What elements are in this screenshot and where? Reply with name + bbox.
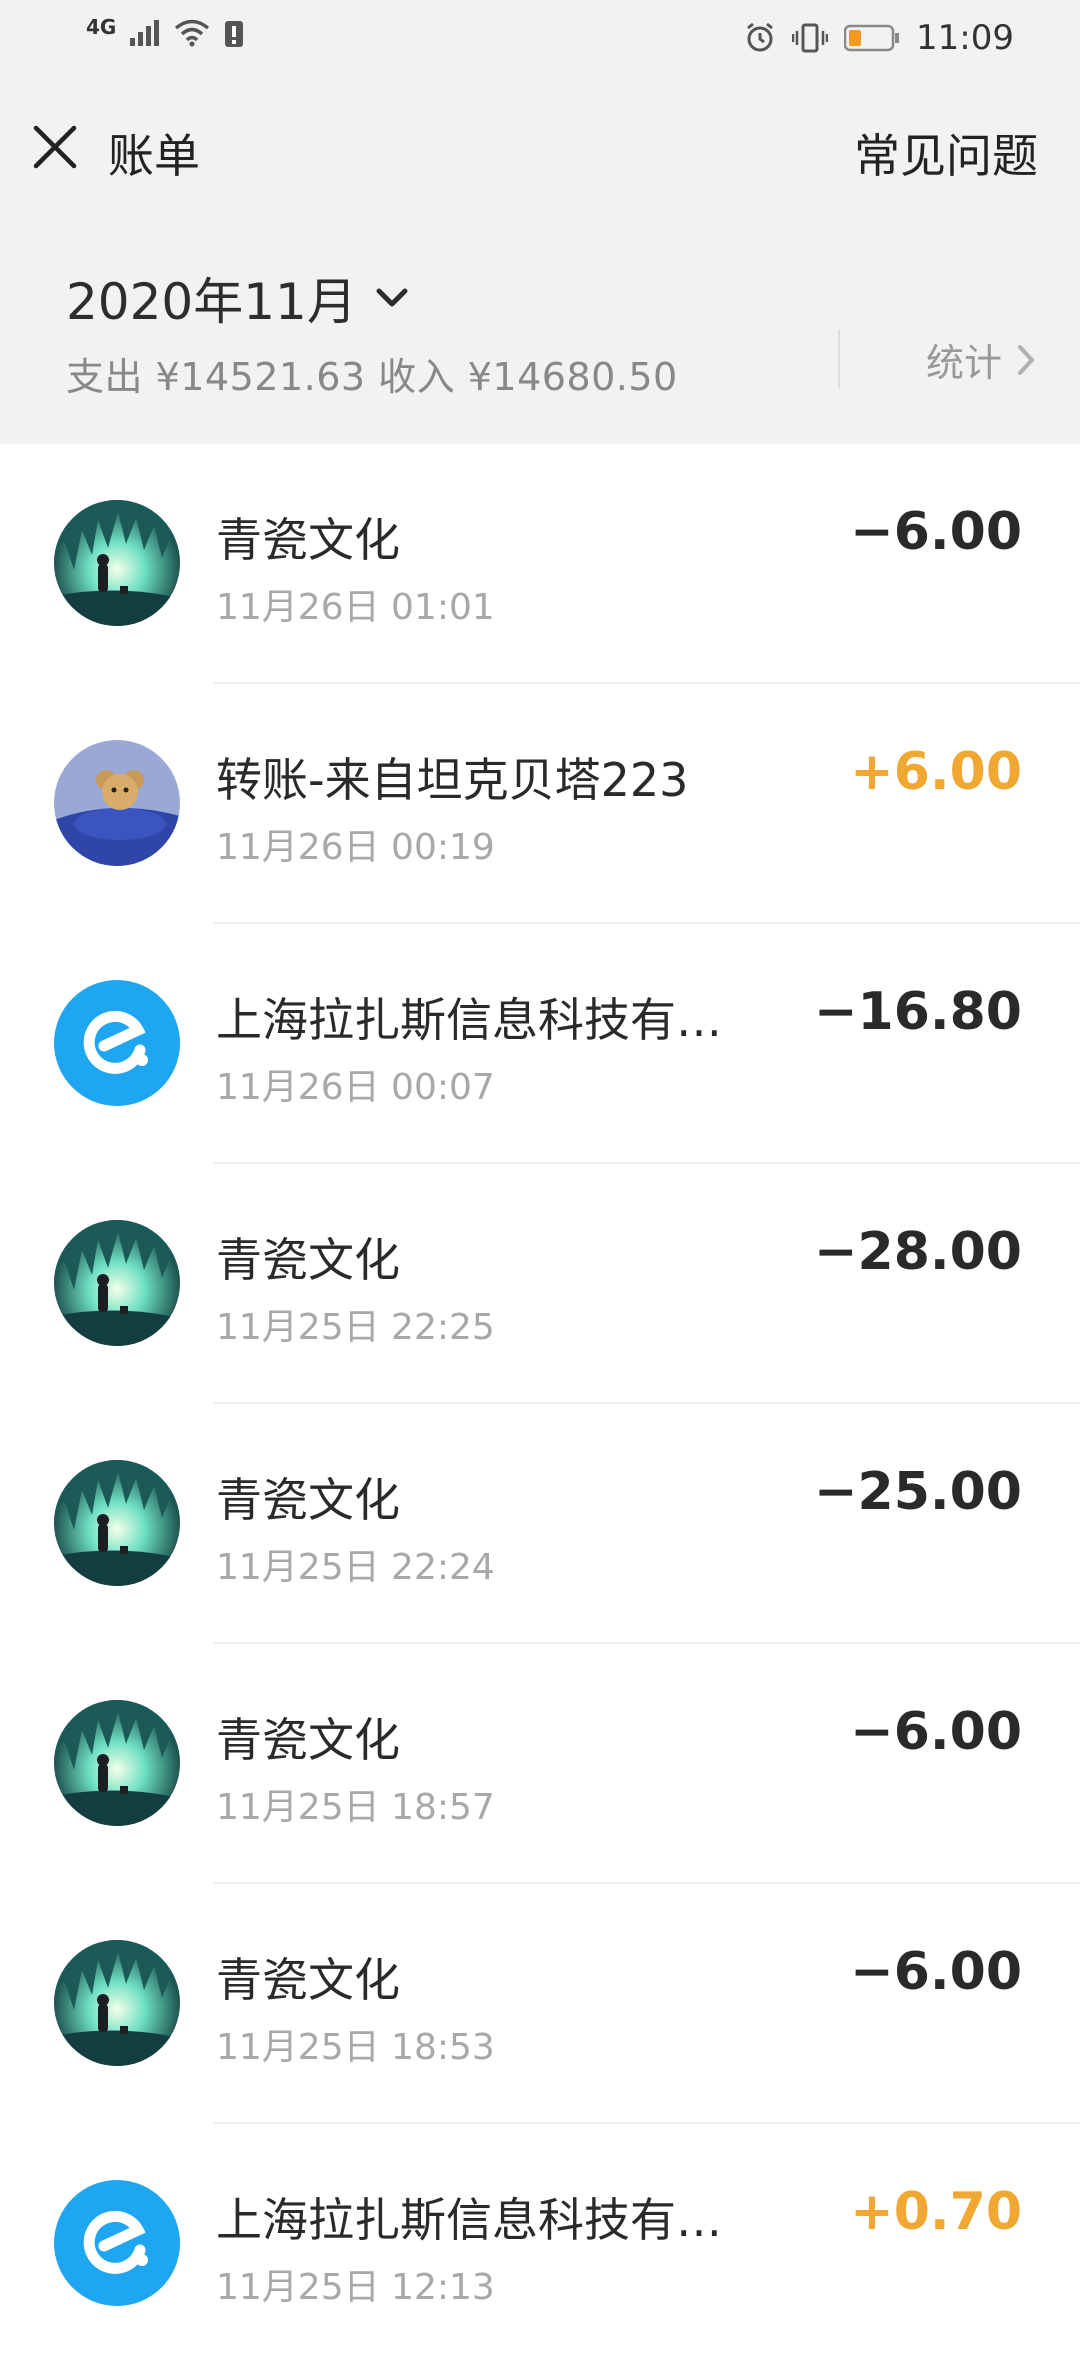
transaction-time: 11月25日 18:53: [216, 2027, 495, 2068]
transaction-row[interactable]: 青瓷文化 11月25日 18:57 −6.00: [0, 1644, 1080, 1884]
transaction-amount: −6.00: [850, 502, 1022, 562]
alert-icon: [225, 21, 244, 47]
nav-bar: 账单 常见问题: [0, 80, 1080, 212]
transaction-title: 青瓷文化: [216, 1713, 400, 1767]
page-title: 账单: [108, 129, 200, 183]
transaction-row[interactable]: 青瓷文化 11月25日 22:24 −25.00: [0, 1404, 1080, 1644]
eleme-logo: [54, 980, 180, 1106]
cave-night-avatar: [54, 1700, 180, 1826]
vertical-divider: [838, 330, 840, 388]
eleme-logo: [54, 2180, 180, 2306]
stats-label: 统计: [925, 341, 1002, 385]
transaction-amount: −16.80: [813, 982, 1022, 1042]
chevron-right-icon: [1018, 344, 1034, 375]
alarm-icon: [747, 22, 773, 52]
transaction-row[interactable]: 转账-来自坦克贝塔223 11月26日 00:19 +6.00: [0, 684, 1080, 924]
transaction-title: 上海拉扎斯信息科技有…: [216, 2193, 722, 2247]
month-label: 2020年11月: [66, 273, 357, 331]
transaction-title: 青瓷文化: [216, 1233, 400, 1287]
transaction-row[interactable]: 青瓷文化 11月25日 18:53 −6.00: [0, 1884, 1080, 2124]
transaction-title: 上海拉扎斯信息科技有…: [216, 993, 722, 1047]
cave-night-avatar: [54, 1220, 180, 1346]
transaction-time: 11月25日 22:24: [216, 1547, 495, 1588]
network-type: 4G: [86, 15, 117, 39]
transaction-time: 11月26日 00:07: [216, 1067, 495, 1108]
wifi-icon: [175, 19, 210, 47]
transaction-time: 11月25日 12:13: [216, 2267, 495, 2308]
transaction-row[interactable]: 青瓷文化 11月26日 01:01 −6.00: [0, 444, 1080, 684]
status-bar: 4G 11:09: [0, 0, 1080, 80]
vibrate-icon: [792, 23, 829, 53]
transaction-time: 11月26日 01:01: [216, 587, 495, 628]
clock: 11:09: [916, 18, 1014, 58]
cave-night-avatar: [54, 500, 180, 626]
transaction-time: 11月25日 18:57: [216, 1787, 495, 1828]
transaction-row[interactable]: 上海拉扎斯信息科技有… 11月26日 00:07 −16.80: [0, 924, 1080, 1164]
expense-income-totals: 支出 ¥14521.63 收入 ¥14680.50: [66, 355, 678, 399]
battery-icon: [844, 24, 900, 52]
transaction-amount: +6.00: [850, 742, 1022, 802]
transaction-title: 转账-来自坦克贝塔223: [216, 753, 689, 807]
transaction-amount: −6.00: [850, 1942, 1022, 2002]
transaction-list: 青瓷文化 11月26日 01:01 −6.00 转账-来自坦克贝塔223 11月26日 …: [0, 444, 1080, 2364]
transaction-time: 11月25日 22:25: [216, 1307, 495, 1348]
cave-night-avatar: [54, 1940, 180, 2066]
bill-summary: 2020年11月 支出 ¥14521.63 收入 ¥14680.50 统计: [0, 212, 1080, 444]
faq-link[interactable]: 常见问题: [854, 120, 1038, 186]
transaction-amount: +0.70: [850, 2182, 1022, 2242]
transaction-title: 青瓷文化: [216, 513, 400, 567]
bear-avatar: [54, 740, 180, 866]
status-left: 4G: [86, 15, 244, 48]
transaction-time: 11月26日 00:19: [216, 827, 495, 868]
transaction-title: 青瓷文化: [216, 1953, 400, 2007]
transaction-amount: −6.00: [850, 1702, 1022, 1762]
chevron-down-icon: [376, 288, 408, 307]
transaction-row[interactable]: 上海拉扎斯信息科技有… 11月25日 12:13 +0.70: [0, 2124, 1080, 2364]
signal-icon: [130, 20, 160, 46]
month-selector[interactable]: 2020年11月: [66, 262, 409, 334]
transaction-amount: −25.00: [813, 1462, 1022, 1522]
stats-button[interactable]: 统计: [926, 332, 1036, 387]
transaction-amount: −28.00: [813, 1222, 1022, 1282]
status-right: 11:09: [744, 18, 1014, 58]
transaction-title: 青瓷文化: [216, 1473, 400, 1527]
transaction-row[interactable]: 青瓷文化 11月25日 22:25 −28.00: [0, 1164, 1080, 1404]
cave-night-avatar: [54, 1460, 180, 1586]
close-icon[interactable]: [28, 120, 82, 174]
